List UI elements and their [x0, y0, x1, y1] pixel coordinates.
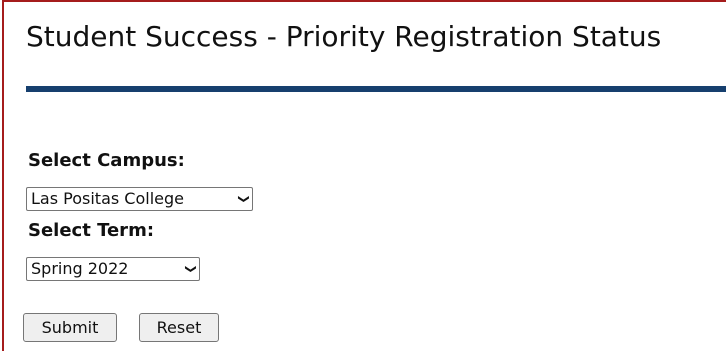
chevron-down-icon: ❯	[237, 194, 251, 204]
frame-top-border	[2, 0, 726, 2]
term-label: Select Term:	[28, 220, 155, 241]
campus-label: Select Campus:	[28, 150, 185, 171]
submit-button[interactable]: Submit	[23, 313, 117, 342]
campus-select[interactable]: Las Positas College ❯	[26, 187, 253, 211]
registration-status-page: Student Success - Priority Registration …	[0, 0, 726, 351]
title-divider	[26, 86, 726, 92]
campus-select-value: Las Positas College	[31, 189, 184, 208]
page-title: Student Success - Priority Registration …	[26, 20, 662, 53]
chevron-down-icon: ❯	[184, 264, 198, 274]
frame-left-border	[2, 0, 4, 351]
term-select[interactable]: Spring 2022 ❯	[26, 257, 200, 281]
term-select-value: Spring 2022	[31, 259, 129, 278]
reset-button[interactable]: Reset	[139, 313, 219, 342]
